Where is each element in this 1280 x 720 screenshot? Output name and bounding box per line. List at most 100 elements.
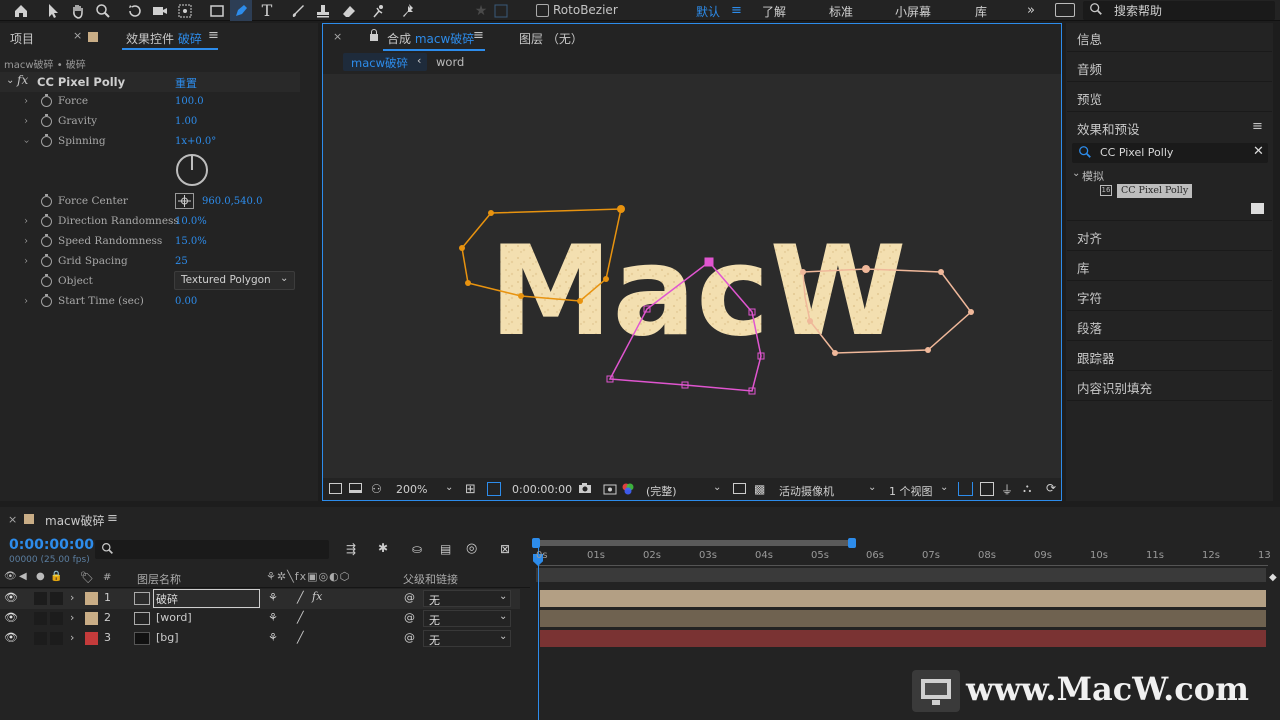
timeline-icon[interactable]: ⏚: [1001, 481, 1013, 498]
zoom-tool-icon[interactable]: [92, 0, 114, 21]
stopwatch-icon[interactable]: [41, 254, 52, 267]
reset-exposure-icon[interactable]: ⟳: [1046, 481, 1056, 495]
toggle-pixel-aspect-icon[interactable]: [958, 482, 973, 496]
crosshair-icon[interactable]: [175, 193, 194, 209]
close-icon[interactable]: ×: [73, 29, 82, 42]
roto-brush-tool-icon[interactable]: [368, 0, 390, 21]
stopwatch-icon[interactable]: [41, 294, 52, 307]
workspace-default[interactable]: 默认: [696, 3, 720, 20]
force-value[interactable]: 100.0: [175, 96, 204, 107]
workspace-standard[interactable]: 标准: [829, 3, 853, 20]
pick-whip-icon[interactable]: @: [404, 631, 415, 644]
panel-menu-icon[interactable]: ≡: [208, 28, 219, 43]
frame-blending-icon[interactable]: ▤: [440, 542, 451, 556]
effects-switch-icon[interactable]: fx: [312, 590, 322, 603]
parent-dropdown[interactable]: 无 ⌄: [423, 590, 511, 607]
col-parent-link[interactable]: 父级和链接: [403, 571, 458, 587]
collapse-arrow-icon[interactable]: ⌄: [6, 75, 14, 86]
eye-icon[interactable]: 👁: [4, 611, 18, 624]
star-icon[interactable]: ★: [470, 0, 492, 21]
expand-arrow-icon[interactable]: ›: [24, 116, 28, 127]
eye-icon[interactable]: 👁: [4, 631, 18, 644]
shy-switch-icon[interactable]: ⚘: [268, 631, 278, 644]
grid-spacing-value[interactable]: 25: [175, 256, 188, 267]
views-dropdown[interactable]: 1 个视图: [889, 483, 933, 499]
resolution-dropdown[interactable]: (完整): [646, 483, 677, 499]
stopwatch-icon[interactable]: [41, 114, 52, 127]
panel-character[interactable]: 字符: [1077, 288, 1102, 307]
panel-tracker[interactable]: 跟踪器: [1077, 348, 1115, 367]
stopwatch-icon[interactable]: [41, 234, 52, 247]
rotation-dial[interactable]: [176, 154, 208, 186]
flow-item-word[interactable]: word: [436, 55, 464, 69]
draft-3d-icon[interactable]: ✱: [378, 541, 388, 555]
parent-dropdown[interactable]: 无 ⌄: [423, 610, 511, 627]
lock-icon[interactable]: [369, 29, 379, 44]
expand-arrow-icon[interactable]: ›: [24, 216, 28, 227]
toggle-mask-icon[interactable]: [487, 482, 501, 496]
reset-link[interactable]: 重置: [175, 75, 197, 91]
chevron-down-icon[interactable]: ⌄: [713, 482, 721, 493]
puppet-pin-tool-icon[interactable]: [398, 0, 420, 21]
fx-icon[interactable]: fx: [17, 73, 28, 87]
stopwatch-icon[interactable]: [41, 214, 52, 227]
object-dropdown[interactable]: Textured Polygon ⌄: [174, 271, 295, 290]
gravity-value[interactable]: 1.00: [175, 116, 197, 127]
home-icon[interactable]: [10, 0, 32, 21]
chevron-down-icon[interactable]: ⌄: [940, 482, 948, 493]
clone-stamp-tool-icon[interactable]: [312, 0, 334, 21]
timeline-search-input[interactable]: [95, 540, 329, 559]
layer-row-1[interactable]: 👁 › 1 破碎 ⚘ ╱ fx @ 无 ⌄: [0, 589, 520, 609]
direction-randomness-value[interactable]: 10.0%: [175, 216, 207, 227]
flow-item-active[interactable]: macw破碎 ‹: [343, 53, 427, 71]
layer-name-field[interactable]: 破碎: [153, 589, 260, 608]
label-color-swatch[interactable]: [85, 632, 98, 645]
always-preview-icon[interactable]: [329, 483, 342, 494]
color-channels-icon[interactable]: [621, 482, 635, 499]
expand-arrow-icon[interactable]: ›: [70, 631, 74, 644]
col-layer-name[interactable]: 图层名称: [137, 571, 181, 587]
layer-bar-2[interactable]: [540, 610, 1266, 627]
collapse-arrow-icon[interactable]: ›: [21, 140, 32, 144]
show-snapshot-icon[interactable]: [603, 482, 617, 499]
graph-editor-icon[interactable]: ⊠: [500, 542, 510, 556]
collapse-arrow-icon[interactable]: ⌄: [1072, 168, 1080, 179]
selection-tool-icon[interactable]: [42, 0, 64, 21]
expand-arrow-icon[interactable]: ›: [24, 296, 28, 307]
panel-audio[interactable]: 音频: [1077, 59, 1102, 78]
shy-layers-icon[interactable]: ⛀: [412, 542, 422, 556]
start-time-value[interactable]: 0.00: [175, 296, 197, 307]
stopwatch-icon[interactable]: [41, 94, 52, 107]
composition-canvas[interactable]: MacW: [323, 74, 1061, 478]
fast-previews-icon[interactable]: [980, 482, 994, 496]
panel-preview[interactable]: 预览: [1077, 89, 1102, 108]
panel-libraries[interactable]: 库: [1077, 258, 1090, 277]
expand-arrow-icon[interactable]: ›: [24, 96, 28, 107]
shy-switch-icon[interactable]: ⚘: [268, 611, 278, 624]
quality-switch-icon[interactable]: ╱: [297, 631, 304, 644]
speed-randomness-value[interactable]: 15.0%: [175, 236, 207, 247]
close-icon[interactable]: ×: [8, 513, 17, 526]
tab-layer[interactable]: 图层 （无）: [519, 30, 583, 47]
help-search-field[interactable]: 搜索帮助: [1083, 1, 1275, 20]
grid-snap-icon[interactable]: [490, 0, 512, 21]
camera-tool-icon[interactable]: [149, 0, 171, 21]
work-area-end-handle[interactable]: [848, 538, 856, 548]
expand-arrow-icon[interactable]: ›: [24, 256, 28, 267]
label-color-swatch[interactable]: [85, 592, 98, 605]
tab-composition[interactable]: 合成 macw破碎: [387, 30, 474, 47]
work-area-row[interactable]: [536, 568, 1266, 582]
expand-arrow-icon[interactable]: ›: [70, 611, 74, 624]
flowchart-icon[interactable]: ⛬: [1023, 481, 1031, 496]
snapshot-camera-icon[interactable]: [578, 482, 592, 497]
chevron-down-icon[interactable]: ⌄: [445, 482, 453, 493]
rotate-tool-icon[interactable]: [124, 0, 146, 21]
panel-menu-icon[interactable]: ≡: [107, 511, 118, 526]
current-time-indicator[interactable]: [538, 548, 539, 720]
pick-whip-icon[interactable]: @: [404, 611, 415, 624]
shy-switch-icon[interactable]: ⚘: [268, 591, 278, 604]
stopwatch-icon[interactable]: [41, 134, 52, 147]
camera-dropdown[interactable]: 活动摄像机: [779, 483, 834, 499]
new-folder-icon[interactable]: [1251, 203, 1264, 214]
zoom-value[interactable]: 200%: [396, 483, 427, 496]
